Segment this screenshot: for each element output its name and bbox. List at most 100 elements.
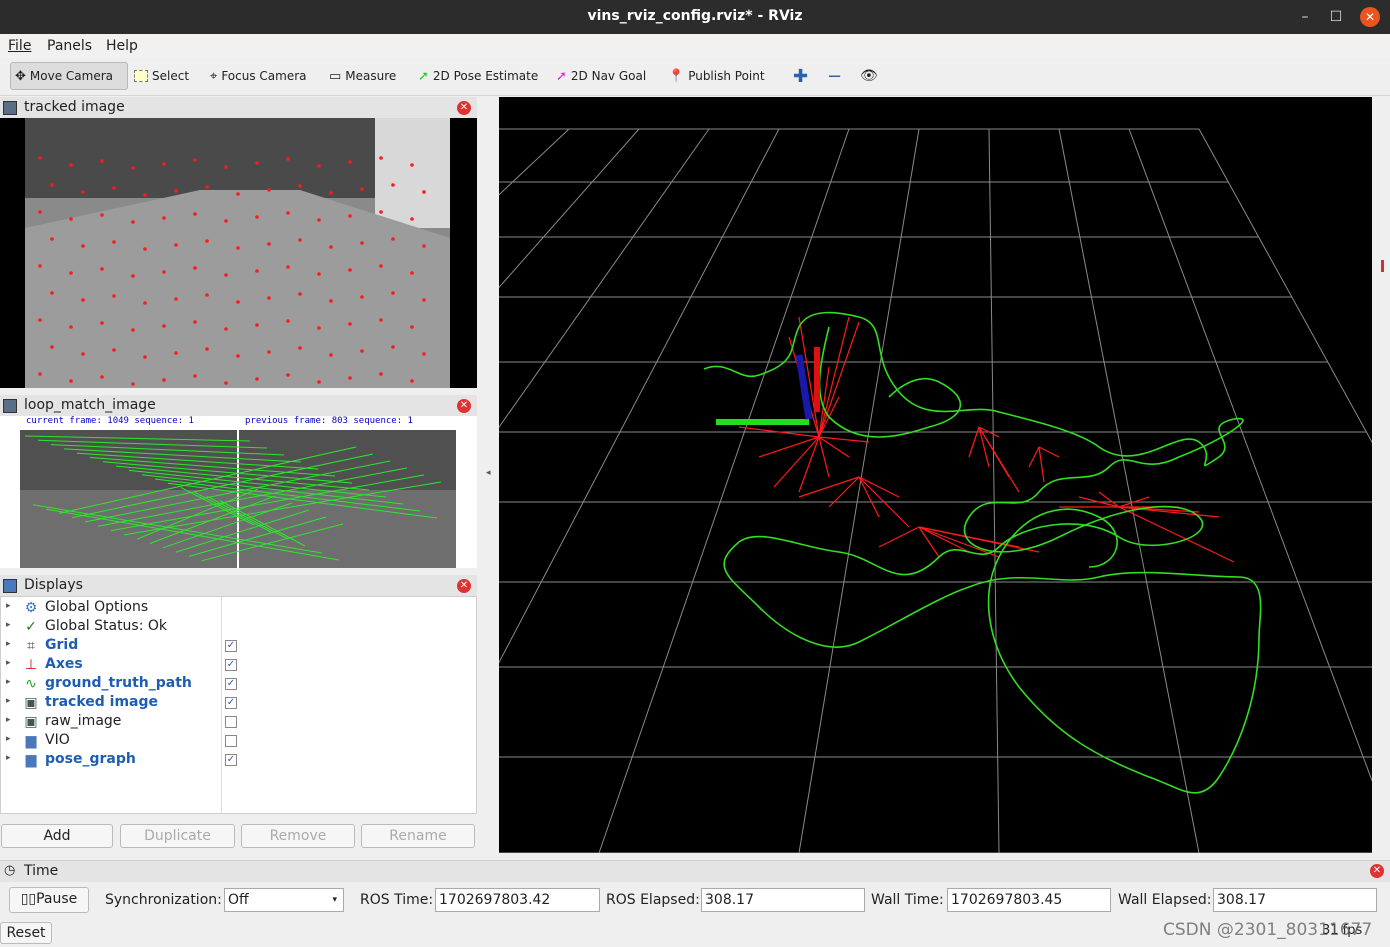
display-label: pose_graph <box>45 751 136 767</box>
loop-match-title: loop_match_image <box>24 397 156 413</box>
close-icon[interactable]: ✕ <box>457 399 471 413</box>
wall-elapsed-field[interactable]: 308.17 <box>1213 888 1377 912</box>
loop-match-svg <box>20 430 456 568</box>
watermark-text: CSDN @2301_80311677 <box>1163 920 1373 940</box>
select-tool[interactable]: Select <box>130 62 193 90</box>
close-icon[interactable]: ✕ <box>457 579 471 593</box>
feature-point <box>298 184 302 188</box>
feature-point <box>100 213 104 217</box>
pause-button[interactable]: ▯▯Pause <box>9 887 89 913</box>
expand-arrow-icon[interactable]: ▸ <box>6 696 11 706</box>
menu-help[interactable]: Help <box>106 38 138 54</box>
expand-arrow-icon[interactable]: ▸ <box>6 658 11 668</box>
nav-goal-tool[interactable]: ➚ 2D Nav Goal <box>552 62 650 90</box>
feature-point <box>255 323 259 327</box>
grid-icon: ⌗ <box>27 638 35 654</box>
display-row[interactable]: ▸ ▣ tracked image <box>1 694 221 713</box>
rename-button[interactable]: Rename <box>361 824 475 848</box>
duplicate-button[interactable]: Duplicate <box>120 824 235 848</box>
display-row[interactable]: ▸ ▆ pose_graph <box>1 751 221 770</box>
remove-button[interactable]: Remove <box>241 824 355 848</box>
feature-point <box>329 299 333 303</box>
pose-edge <box>858 476 900 498</box>
feature-point <box>348 376 352 380</box>
expand-arrow-icon[interactable]: ▸ <box>6 715 11 725</box>
feature-point <box>267 188 271 192</box>
pin-icon: 📍 <box>668 68 685 84</box>
chevron-down-icon: ▾ <box>332 895 337 905</box>
display-row[interactable]: ▸ ⚙ Global Options <box>1 599 221 618</box>
ros-elapsed-field[interactable]: 308.17 <box>701 888 865 912</box>
grid-line <box>499 128 640 289</box>
feature-point <box>81 190 85 194</box>
display-checkbox[interactable] <box>225 735 237 747</box>
display-checkbox[interactable]: ✓ <box>225 697 237 709</box>
sync-select[interactable]: Off ▾ <box>224 888 344 912</box>
menu-panels[interactable]: Panels <box>47 38 92 54</box>
ros-time-label: ROS Time: <box>360 892 434 908</box>
reset-button[interactable]: Reset <box>0 922 52 944</box>
ground-truth-path-segment <box>818 326 962 438</box>
feature-point <box>50 183 54 187</box>
display-row[interactable]: ▸ ✓ Global Status: Ok <box>1 618 221 637</box>
expand-arrow-icon[interactable]: ▸ <box>6 753 11 763</box>
3d-viewport[interactable] <box>499 97 1372 853</box>
ros-time-field[interactable]: 1702697803.42 <box>435 888 600 912</box>
display-checkbox[interactable]: ✓ <box>225 659 237 671</box>
feature-point <box>174 297 178 301</box>
move-camera-tool[interactable]: ✥ Move Camera <box>10 62 128 90</box>
expand-arrow-icon[interactable]: ▸ <box>6 734 11 744</box>
view-tool-button[interactable]: 👁 <box>856 62 882 90</box>
display-checkbox[interactable]: ✓ <box>225 754 237 766</box>
grid-line <box>988 128 1000 853</box>
feature-point <box>379 372 383 376</box>
focus-camera-tool[interactable]: ⌖ Focus Camera <box>206 62 311 90</box>
measure-tool[interactable]: ▭ Measure <box>325 62 400 90</box>
feature-point <box>193 158 197 162</box>
feature-point <box>205 293 209 297</box>
feature-point <box>143 301 147 305</box>
wall-time-field[interactable]: 1702697803.45 <box>947 888 1111 912</box>
expand-arrow-icon[interactable]: ▸ <box>6 620 11 630</box>
feature-point <box>174 351 178 355</box>
image-icon <box>3 101 17 115</box>
maximize-button[interactable]: ☐ <box>1325 7 1347 27</box>
expand-arrow-icon[interactable]: ▸ <box>6 601 11 611</box>
feature-point <box>422 244 426 248</box>
splitter-handle[interactable]: ◂ <box>486 468 491 478</box>
display-row[interactable]: ▸ ∿ ground_truth_path <box>1 675 221 694</box>
expand-arrow-icon[interactable]: ▸ <box>6 677 11 687</box>
feature-point <box>360 187 364 191</box>
tracked-image-svg <box>25 118 450 388</box>
grid-line <box>1058 128 1200 853</box>
display-checkbox[interactable]: ✓ <box>225 640 237 652</box>
feature-point <box>69 325 73 329</box>
publish-point-tool[interactable]: 📍 Publish Point <box>664 62 769 90</box>
display-row[interactable]: ▸ ⌗ Grid <box>1 637 221 656</box>
folder-icon: ▆ <box>25 733 37 749</box>
minimize-button[interactable]: – <box>1294 7 1316 27</box>
display-row[interactable]: ▸ ▆ VIO <box>1 732 221 751</box>
wall-elapsed-label: Wall Elapsed: <box>1118 892 1212 908</box>
expand-arrow-icon[interactable]: ▸ <box>6 639 11 649</box>
display-checkbox[interactable]: ✓ <box>225 678 237 690</box>
pose-estimate-tool[interactable]: ➚ 2D Pose Estimate <box>414 62 542 90</box>
menu-file[interactable]: File <box>8 38 31 54</box>
display-label: Global Status: Ok <box>45 618 168 634</box>
add-tool-button[interactable]: ✚ <box>789 62 812 90</box>
feature-point <box>69 163 73 167</box>
display-row[interactable]: ▸ ▣ raw_image <box>1 713 221 732</box>
close-icon[interactable]: ✕ <box>1370 864 1384 878</box>
remove-tool-button[interactable]: − <box>823 62 846 90</box>
feature-point <box>50 291 54 295</box>
display-row[interactable]: ▸ ⊥ Axes <box>1 656 221 675</box>
add-button[interactable]: Add <box>1 824 113 848</box>
feature-point <box>317 218 321 222</box>
right-splitter-marker[interactable] <box>1381 260 1384 272</box>
feature-point <box>174 189 178 193</box>
close-icon[interactable]: ✕ <box>457 101 471 115</box>
select-icon <box>134 70 148 82</box>
close-window-button[interactable]: ✕ <box>1360 7 1380 27</box>
display-checkbox[interactable] <box>225 716 237 728</box>
move-camera-label: Move Camera <box>29 69 113 83</box>
